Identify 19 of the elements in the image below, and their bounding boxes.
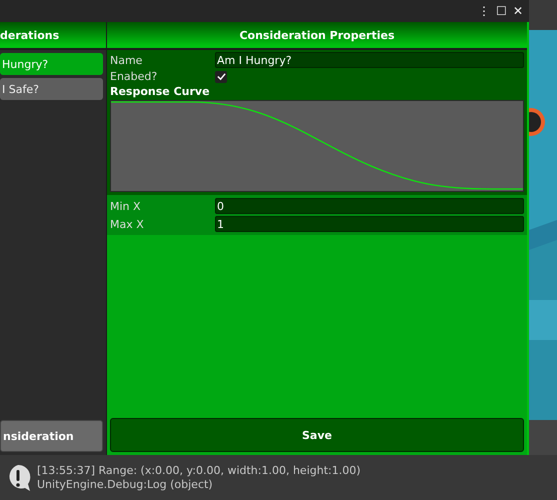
add-consideration-button[interactable]: nsideration [0, 420, 103, 452]
enabled-checkbox[interactable] [215, 70, 227, 82]
panel-header: derations [0, 22, 106, 50]
console-message: [13:55:37] Range: (x:0.00, y:0.00, width:1.00, height:1.00) [37, 464, 361, 477]
console-detail: UnityEngine.Debug:Log (object) [37, 478, 214, 491]
max-x-field[interactable]: 1 [215, 216, 524, 232]
field-label: Enabed? [110, 70, 158, 83]
window-control[interactable]: ⋮ [478, 5, 490, 17]
min-x-field[interactable]: 0 [215, 198, 524, 214]
field-label: Name [110, 54, 144, 66]
field-label: Max X [110, 218, 145, 230]
field-label: Min X [110, 200, 142, 212]
window-control[interactable]: ✕ [513, 5, 523, 17]
name-field[interactable]: Am I Hungry? [215, 52, 524, 68]
panel-header: Consideration Properties [107, 22, 527, 50]
save-button[interactable]: Save [110, 418, 524, 452]
consideration-item[interactable]: I Safe? [0, 78, 103, 100]
section-label: Response Curve [110, 85, 211, 98]
window-control[interactable]: ☐ [496, 5, 507, 17]
